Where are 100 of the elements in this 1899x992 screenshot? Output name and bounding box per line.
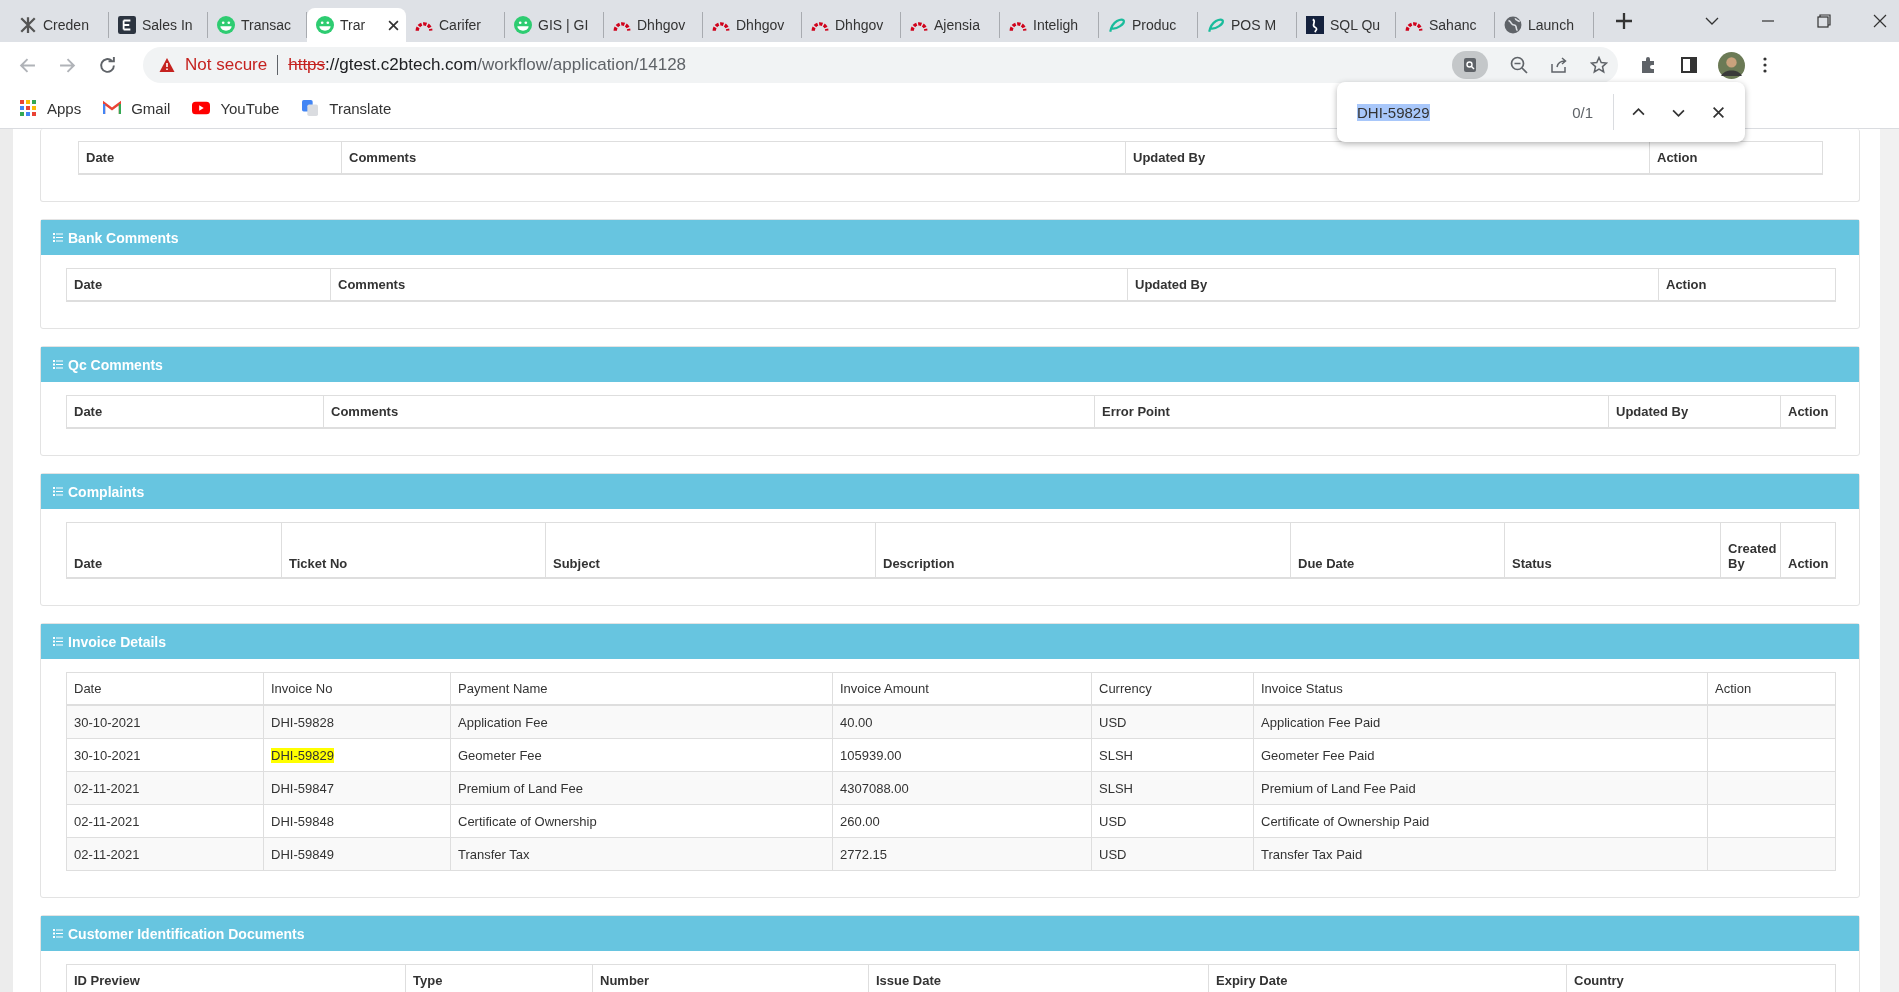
column-header: Issue Date (876, 973, 942, 988)
table-cell: DHI-59849 (271, 846, 334, 862)
column-header: Currency (1099, 681, 1152, 696)
column-header: Comments (338, 277, 406, 292)
table-cell: DHI-59828 (271, 714, 334, 730)
browser-tab[interactable]: Trar (307, 8, 406, 42)
column-header: Invoice Status (1261, 681, 1343, 696)
browser-tab[interactable]: Launch (1495, 12, 1594, 38)
table-cell: 30-10-2021 (74, 714, 141, 730)
browser-tab[interactable]: Sales In (109, 12, 208, 38)
tab-title: Dhhgov (835, 17, 885, 33)
section-title: Customer Identification Documents (68, 925, 305, 942)
browser-tab[interactable]: Dhhgov (604, 12, 703, 38)
zoom-out-icon[interactable] (1510, 56, 1528, 74)
bookmark[interactable]: Apps (19, 99, 82, 117)
bookmark[interactable]: Gmail (103, 99, 171, 117)
avatar[interactable] (1718, 51, 1745, 79)
browser-tab[interactable]: Dhhgov (802, 12, 901, 38)
play-icon (192, 100, 211, 116)
table-cell: 02-11-2021 (74, 813, 140, 829)
table-cell: Premium of Land Fee Paid (1261, 780, 1416, 796)
table-cell: 4307088.00 (840, 780, 909, 796)
scrollbar[interactable] (1880, 129, 1899, 992)
smiley-icon (217, 16, 235, 34)
square-logo-icon (118, 16, 136, 34)
tab-title: Sales In (142, 17, 194, 33)
table-cell: Application Fee Paid (1261, 714, 1381, 730)
tab-title: Ajensia (934, 17, 981, 33)
address-bar[interactable]: Not secure https://gtest.c2btech.com/workflow/application/14128 (143, 47, 1618, 83)
close-icon[interactable] (1873, 14, 1887, 28)
find-query[interactable]: DHI-59829 (1357, 103, 1430, 121)
translate-icon (301, 100, 320, 116)
apps-grid-icon (19, 100, 37, 116)
browser-tab[interactable]: SQL Qu (1297, 12, 1396, 38)
find-icon[interactable] (1452, 51, 1488, 79)
table-cell: Transfer Tax Paid (1261, 846, 1363, 862)
browser-tab[interactable]: Produc (1099, 12, 1198, 38)
column-header: Invoice Amount (840, 681, 929, 696)
browser-tab[interactable]: Transac (208, 12, 307, 38)
column-header: Number (600, 973, 650, 988)
warning-icon (159, 57, 175, 73)
list-icon (53, 360, 63, 369)
new-tab-icon[interactable] (1616, 13, 1632, 29)
tab-title: Inteligh (1033, 17, 1080, 33)
side-panel-icon[interactable] (1680, 56, 1698, 74)
table-cell: 105939.00 (840, 747, 902, 763)
browser-tab[interactable]: GIS | GI (505, 12, 604, 38)
column-header: Comments (349, 150, 417, 165)
list-icon (53, 233, 63, 242)
browser-tab[interactable]: Inteligh (1000, 12, 1099, 38)
menu-icon[interactable] (1763, 57, 1767, 73)
column-header: Action (1788, 556, 1829, 571)
column-header: Ticket No (289, 556, 348, 571)
column-header: Description (883, 556, 955, 571)
star-icon[interactable] (1590, 56, 1608, 74)
table-cell: 260.00 (840, 813, 880, 829)
browser-tab[interactable]: Dhhgov (703, 12, 802, 38)
table-cell: Application Fee (458, 714, 548, 730)
browser-tab[interactable]: Carifer (406, 12, 505, 38)
table-cell: USD (1099, 714, 1127, 730)
share-icon[interactable] (1550, 56, 1568, 74)
bookmark[interactable]: Translate (301, 99, 392, 117)
column-header: Action (1715, 681, 1752, 696)
close-icon[interactable] (388, 19, 399, 31)
column-header: Created By (1728, 541, 1777, 571)
table-cell: Transfer Tax (458, 846, 530, 862)
column-header: ID Preview (74, 973, 140, 988)
column-header: Comments (331, 404, 399, 419)
column-header: Due Date (1298, 556, 1355, 571)
tab-title: Trar (340, 17, 367, 33)
browser-tab[interactable]: Ajensia (901, 12, 1000, 38)
restore-icon[interactable] (1817, 14, 1831, 28)
section-title: Complaints (68, 483, 145, 500)
star-logo-icon (19, 16, 37, 34)
browser-tab[interactable]: POS M (1198, 12, 1297, 38)
tab-title: Launch (1528, 17, 1575, 33)
table-cell: Geometer Fee Paid (1261, 747, 1375, 763)
column-header: Date (86, 150, 115, 165)
column-header: Updated By (1135, 277, 1208, 292)
close-icon[interactable] (1712, 105, 1725, 119)
url-text: https://gtest.c2btech.com/workflow/application/14128 (288, 55, 687, 75)
column-header: Date (74, 556, 103, 571)
table-cell: Certificate of Ownership Paid (1261, 813, 1430, 829)
reload-icon[interactable] (99, 56, 116, 74)
section-title: Invoice Details (68, 633, 167, 650)
database-logo-icon (1306, 16, 1324, 34)
column-header: Date (74, 277, 103, 292)
tab-title: Dhhgov (637, 17, 687, 33)
browser-tab[interactable]: Creden (10, 12, 109, 38)
bookmark[interactable]: YouTube (192, 99, 280, 117)
browser-tab[interactable]: Sahanc (1396, 12, 1495, 38)
column-header: Action (1657, 150, 1698, 165)
column-header: Payment Name (458, 681, 548, 696)
column-header: Updated By (1133, 150, 1206, 165)
section-title: Bank Comments (68, 229, 179, 246)
tab-title: Carifer (439, 17, 482, 33)
table-cell: USD (1099, 813, 1127, 829)
smiley-icon (514, 16, 532, 34)
tab-title: Creden (43, 17, 90, 33)
column-header: Status (1512, 556, 1552, 571)
